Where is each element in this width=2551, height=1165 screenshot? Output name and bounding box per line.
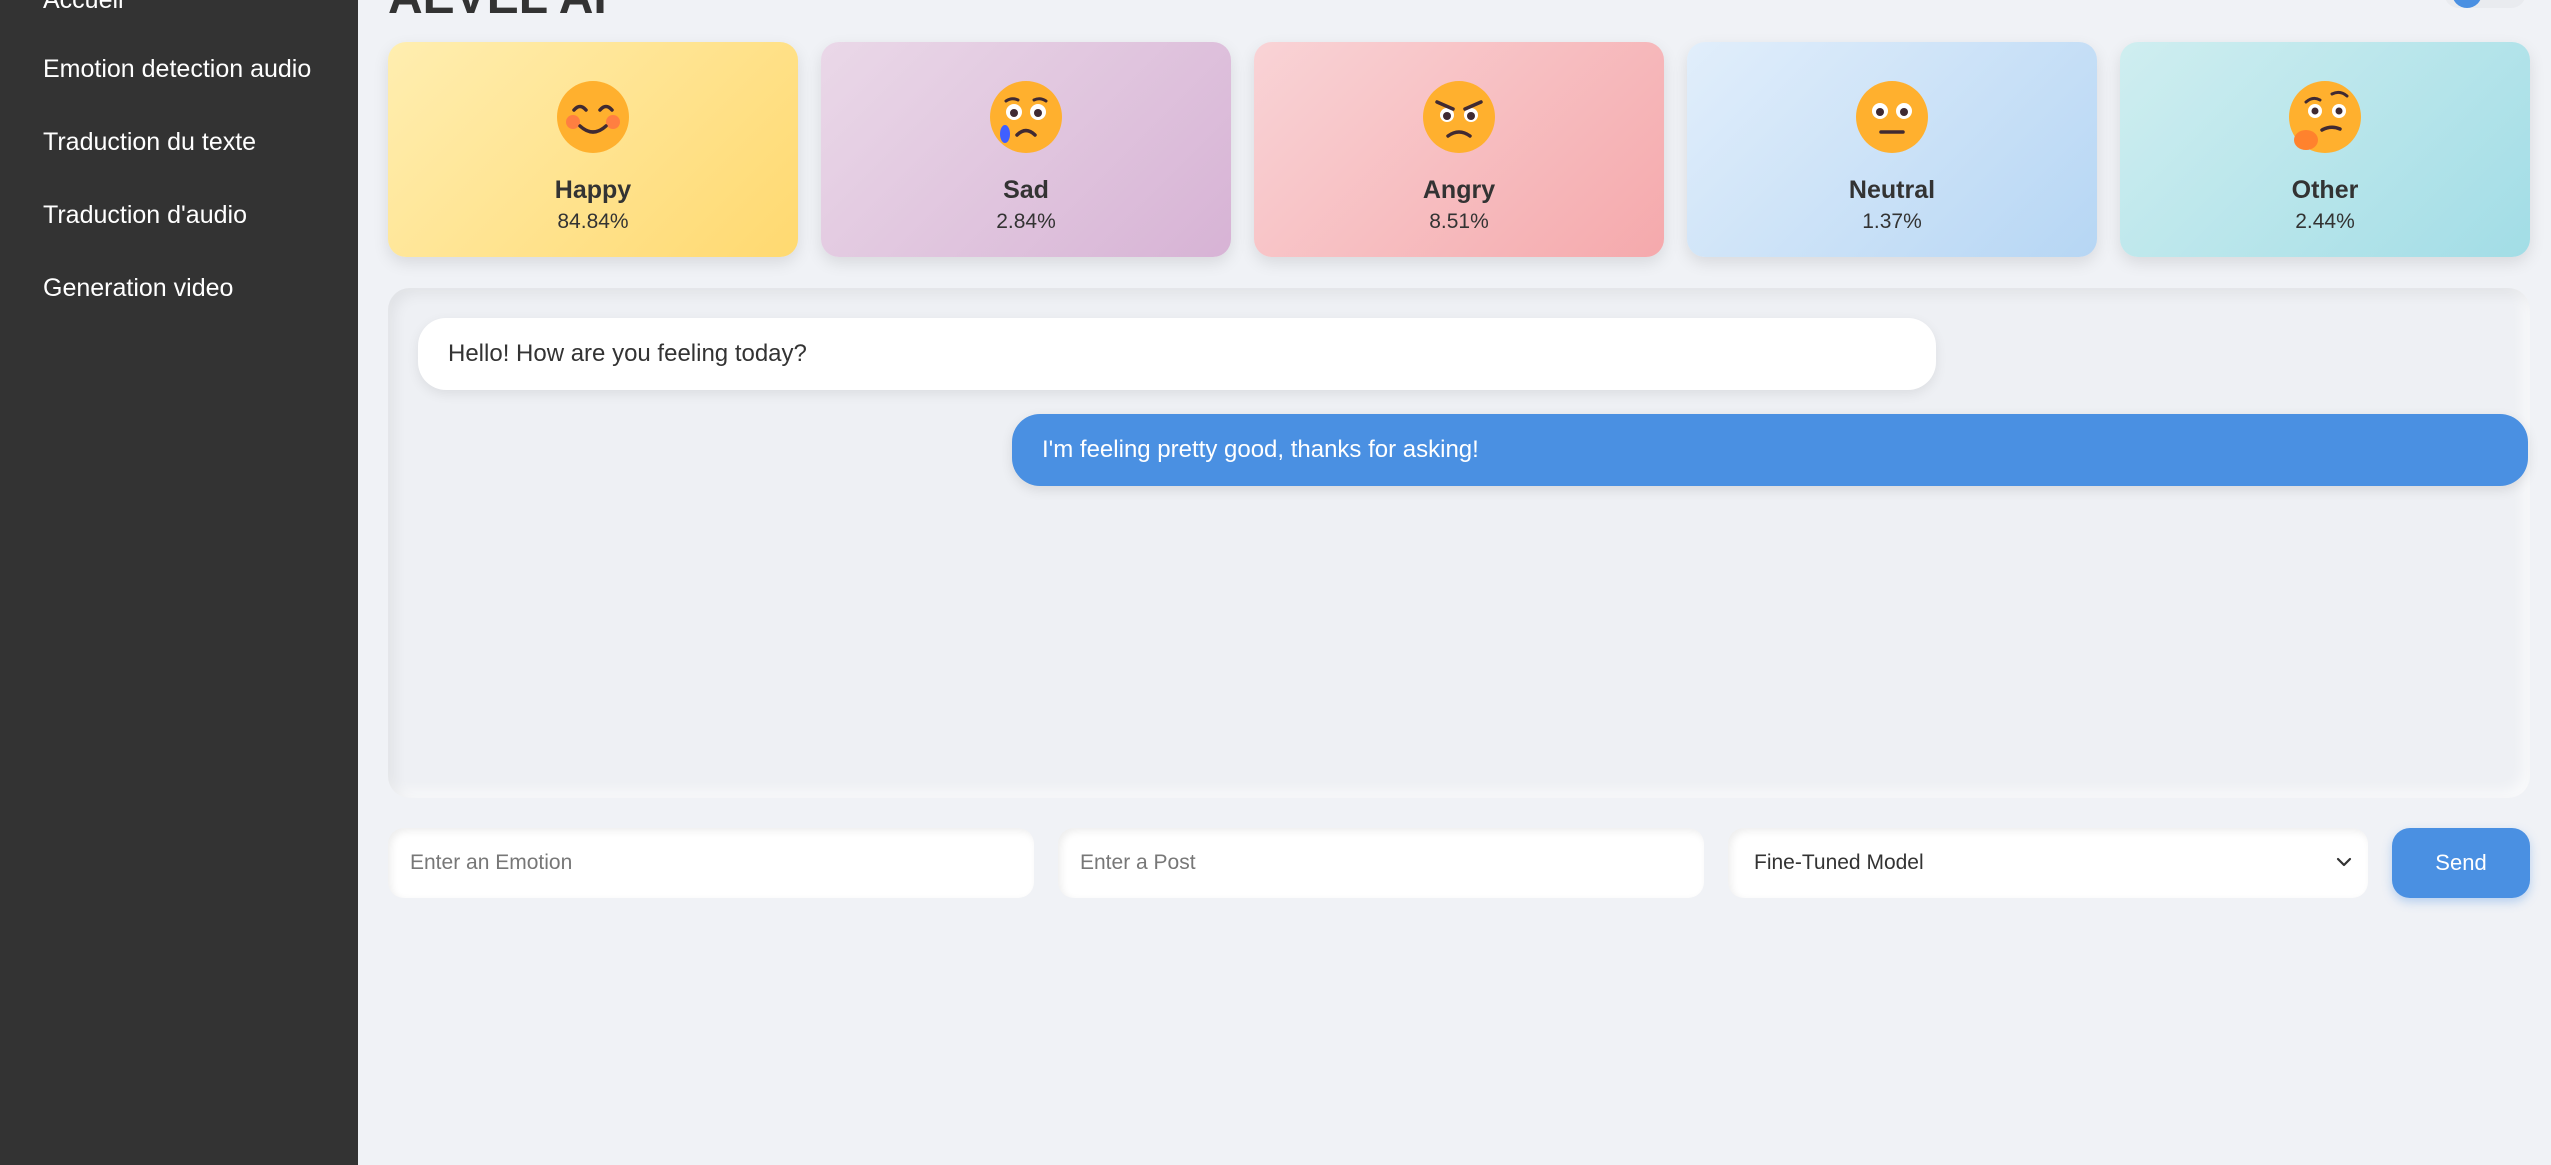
neutral-face-icon: [1856, 81, 1928, 153]
main-content: AEVEL AI Happy 84.84%: [358, 0, 2551, 1165]
smiling-face-icon: [557, 81, 629, 153]
emotion-label: Neutral: [1848, 176, 1936, 204]
sidebar-item-accueil[interactable]: Accueil: [43, 0, 124, 15]
emotion-percentage: 1.37%: [1862, 210, 1922, 233]
emotion-card-sad: Sad 2.84%: [821, 42, 1231, 257]
crying-face-icon: [990, 81, 1062, 153]
emotion-card-neutral: Neutral 1.37%: [1687, 42, 2097, 257]
sidebar-item-emotion-detection-audio[interactable]: Emotion detection audio: [43, 55, 311, 84]
thinking-face-icon: [2289, 81, 2361, 153]
post-input[interactable]: [1058, 828, 1704, 898]
toggle-knob: [2452, 0, 2482, 8]
emotion-percentage: 84.84%: [557, 210, 629, 233]
emotion-card-angry: Angry 8.51%: [1254, 42, 1664, 257]
page-title: AEVEL AI: [388, 0, 607, 25]
sidebar-item-traduction-du-texte[interactable]: Traduction du texte: [43, 128, 256, 157]
chevron-down-icon: [2336, 857, 2352, 867]
emotion-percentage: 2.84%: [996, 210, 1056, 233]
chat-panel: Hello! How are you feeling today? I'm fe…: [388, 288, 2530, 798]
emotion-card-happy: Happy 84.84%: [388, 42, 798, 257]
emotion-label: Happy: [554, 176, 632, 204]
sidebar: Accueil Emotion detection audio Traducti…: [0, 0, 358, 1165]
sidebar-item-generation-video[interactable]: Generation video: [43, 274, 233, 303]
message-form: Fine-Tuned Model Send: [388, 828, 2530, 898]
send-button[interactable]: Send: [2392, 828, 2530, 898]
sidebar-item-traduction-audio[interactable]: Traduction d'audio: [43, 201, 247, 230]
emotion-card-other: Other 2.44%: [2120, 42, 2530, 257]
emotion-label: Angry: [1422, 176, 1496, 204]
emotion-label: Sad: [1003, 176, 1049, 204]
emotion-percentage: 8.51%: [1429, 210, 1489, 233]
chat-message-user: I'm feeling pretty good, thanks for aski…: [1012, 414, 2528, 486]
emotion-input[interactable]: [388, 828, 1034, 898]
model-select-value: Fine-Tuned Model: [1754, 851, 1924, 874]
emotion-label: Other: [2291, 176, 2359, 204]
emotion-percentage: 2.44%: [2295, 210, 2355, 233]
emotion-cards: Happy 84.84% Sad 2.84% Angry 8.51% Neutr…: [388, 42, 2530, 257]
chat-message-bot: Hello! How are you feeling today?: [418, 318, 1936, 390]
model-select[interactable]: Fine-Tuned Model: [1728, 828, 2368, 898]
theme-toggle[interactable]: [2444, 0, 2526, 8]
angry-face-icon: [1423, 81, 1495, 153]
